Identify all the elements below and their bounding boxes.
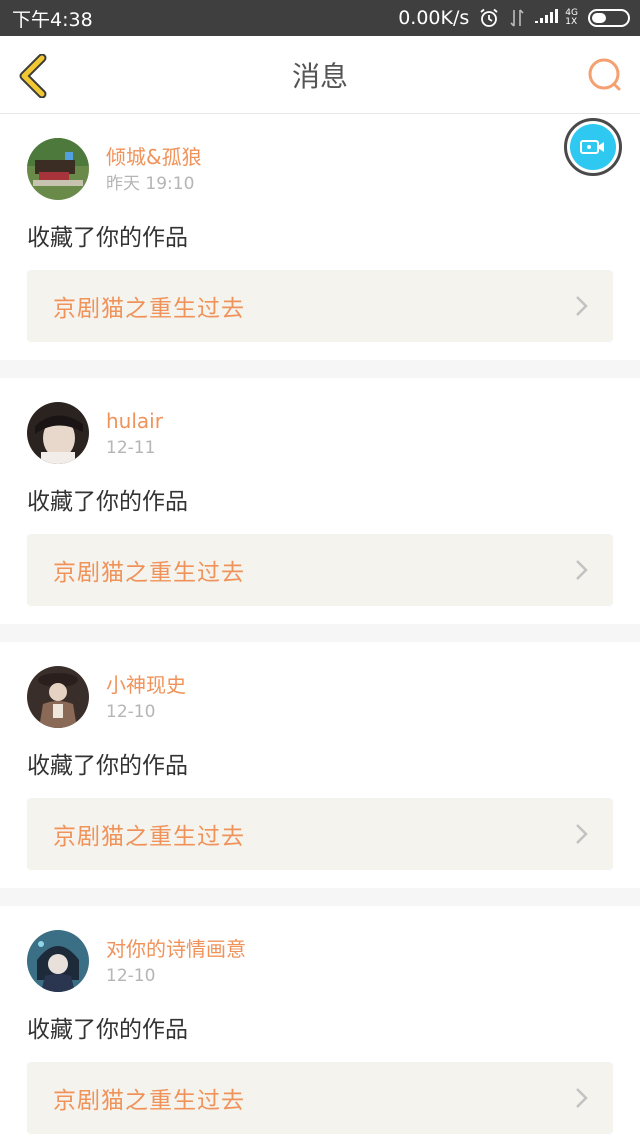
work-link[interactable]: 京剧猫之重生过去 [27, 1062, 613, 1134]
status-indicators: 0.00K/s 4G 1X [398, 7, 630, 29]
nav-bar: 消息 [0, 36, 640, 114]
search-button[interactable] [586, 56, 624, 94]
work-link[interactable]: 京剧猫之重生过去 [27, 270, 613, 342]
network-speed: 0.00K/s [398, 7, 470, 29]
message-card: 小神现史 12-10 收藏了你的作品 京剧猫之重生过去 [0, 642, 640, 888]
video-record-button[interactable] [564, 118, 622, 176]
message-card: hulair 12-11 收藏了你的作品 京剧猫之重生过去 [0, 378, 640, 624]
search-icon [588, 58, 621, 91]
action-text: 收藏了你的作品 [27, 489, 188, 515]
chevron-right-icon [576, 560, 588, 580]
chevron-left-icon [19, 53, 47, 99]
alarm-icon [479, 8, 499, 28]
work-title: 京剧猫之重生过去 [53, 560, 245, 586]
avatar[interactable] [27, 930, 89, 992]
user-name[interactable]: 小神现史 [106, 672, 186, 698]
action-text: 收藏了你的作品 [27, 225, 188, 251]
battery-icon [588, 9, 630, 27]
message-list: 倾城&孤狼 昨天 19:10 收藏了你的作品 京剧猫之重生过去 hulair 1… [0, 114, 640, 1138]
message-time: 12-11 [106, 438, 156, 458]
work-title: 京剧猫之重生过去 [53, 1088, 245, 1114]
work-title: 京剧猫之重生过去 [53, 824, 245, 850]
status-bar: 下午4:38 0.00K/s 4G 1X [0, 0, 640, 36]
data-transfer-icon [509, 8, 525, 28]
action-text: 收藏了你的作品 [27, 753, 188, 779]
network-type: 4G 1X [565, 8, 578, 27]
message-time: 昨天 19:10 [106, 174, 195, 194]
avatar[interactable] [27, 402, 89, 464]
message-card: 倾城&孤狼 昨天 19:10 收藏了你的作品 京剧猫之重生过去 [0, 114, 640, 360]
chevron-right-icon [576, 824, 588, 844]
message-time: 12-10 [106, 702, 156, 722]
user-name[interactable]: 倾城&孤狼 [106, 144, 202, 170]
chevron-right-icon [576, 296, 588, 316]
work-link[interactable]: 京剧猫之重生过去 [27, 534, 613, 606]
action-text: 收藏了你的作品 [27, 1017, 188, 1043]
status-time: 下午4:38 [12, 8, 93, 31]
message-time: 12-10 [106, 966, 156, 986]
user-name[interactable]: hulair [106, 408, 163, 434]
work-link[interactable]: 京剧猫之重生过去 [27, 798, 613, 870]
chevron-right-icon [576, 1088, 588, 1108]
message-card: 对你的诗情画意 12-10 收藏了你的作品 京剧猫之重生过去 [0, 906, 640, 1138]
video-camera-icon [570, 124, 616, 170]
avatar[interactable] [27, 666, 89, 728]
signal-icon [535, 9, 559, 27]
page-title: 消息 [291, 59, 348, 93]
user-name[interactable]: 对你的诗情画意 [106, 936, 246, 962]
work-title: 京剧猫之重生过去 [53, 296, 245, 322]
avatar[interactable] [27, 138, 89, 200]
back-button[interactable] [14, 53, 54, 99]
